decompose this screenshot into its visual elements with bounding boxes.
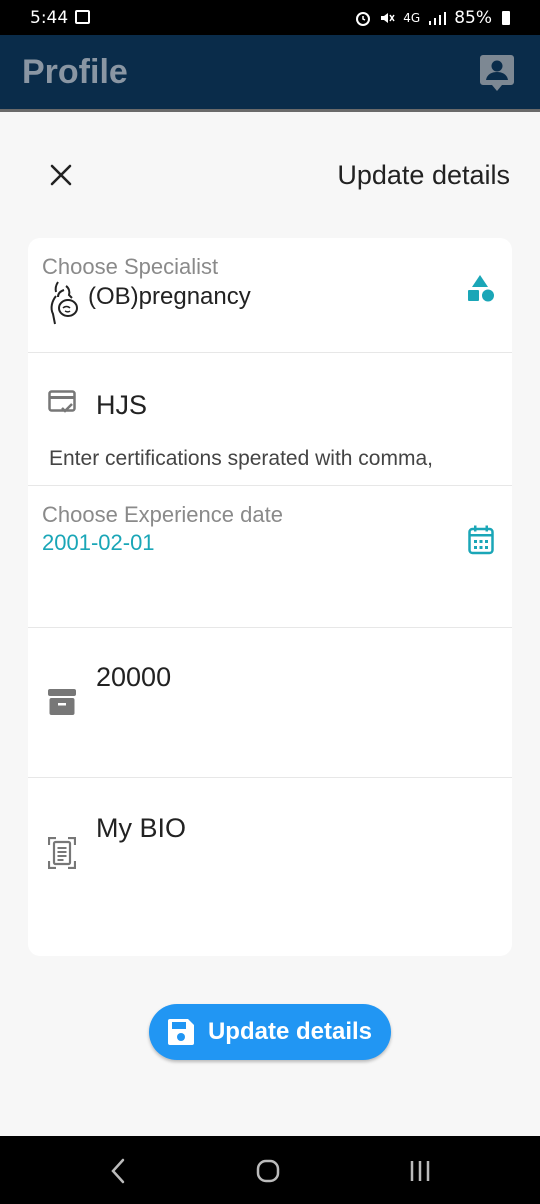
mute-icon [381,13,395,23]
page-title: Profile [22,53,128,91]
network-type: 4G [403,11,421,25]
document-icon [48,837,76,869]
status-time: 5:44 [30,8,69,28]
status-bar: 5:44 4G 85% [0,0,540,35]
sheet-header: Update details [0,150,540,206]
save-icon [167,1019,194,1045]
shapes-icon[interactable] [466,274,496,304]
experience-label: Choose Experience date [42,502,283,527]
home-icon[interactable] [248,1156,288,1186]
experience-value: 2001-02-01 [42,530,155,555]
update-details-button[interactable]: Update details [149,1004,391,1060]
close-icon[interactable] [46,160,76,190]
alarm-icon [356,12,371,26]
certificate-icon [48,390,76,413]
update-details-label: Update details [207,1018,373,1045]
signal-icon [429,12,447,25]
bio-field[interactable]: My BIO [28,778,512,956]
battery-percent: 85% [454,8,492,28]
recents-icon[interactable] [400,1156,440,1186]
back-icon[interactable] [98,1156,138,1186]
experience-date-field[interactable]: Choose Experience date 2001-02-01 [28,486,512,628]
price-field[interactable]: 20000 [28,628,512,778]
app-bar: Profile [0,35,540,112]
image-notification-icon [75,10,90,24]
battery-icon [502,11,510,25]
specialist-value: (OB)pregnancy [88,283,251,310]
account-box-icon[interactable] [480,55,514,91]
profile-form-card: Choose Specialist (OB)pregnancy HJS Ente… [28,238,512,956]
status-icons: 4G 85% [355,8,510,28]
pregnancy-icon [50,281,78,325]
sheet-title: Update details [337,160,510,190]
certifications-hint: Enter certifications sperated with comma… [49,447,433,470]
system-nav-bar [0,1136,540,1204]
specialist-label: Choose Specialist [42,254,219,279]
certifications-value: HJS [96,390,148,420]
bio-value: My BIO [96,813,187,843]
specialist-field[interactable]: Choose Specialist (OB)pregnancy [28,238,512,353]
price-value: 20000 [96,662,172,692]
calendar-icon[interactable] [468,525,494,555]
archive-box-icon [48,689,76,715]
certifications-field[interactable]: HJS Enter certifications sperated with c… [28,353,512,486]
